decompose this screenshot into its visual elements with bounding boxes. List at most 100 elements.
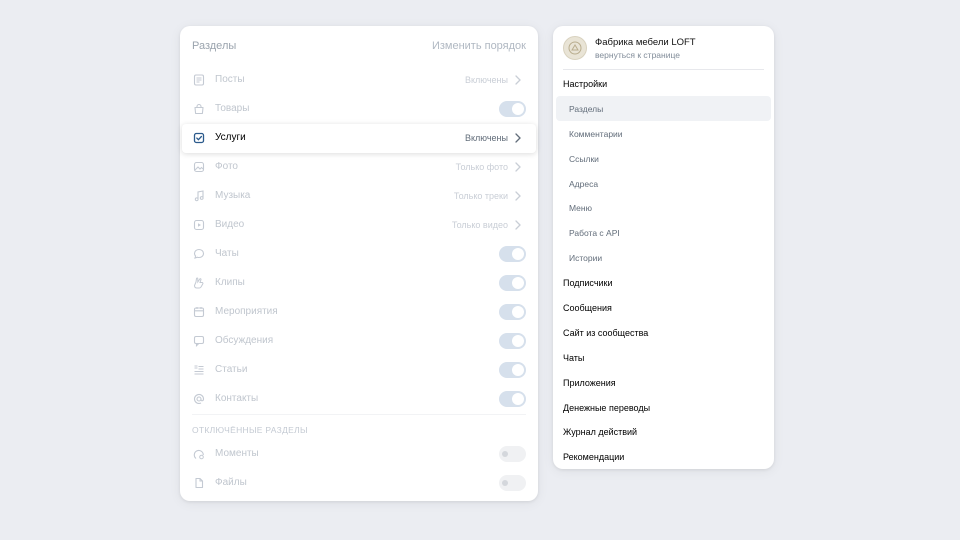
articles-icon (193, 364, 205, 376)
menu-item-label: Ссылки (569, 153, 599, 164)
section-label: Моменты (215, 448, 259, 459)
menu-item-2[interactable]: Разделы (556, 95, 771, 121)
menu-item-15[interactable]: Журнал действий (553, 419, 774, 444)
chevron-right-icon (514, 219, 522, 231)
section-label: Обсуждения (215, 335, 274, 346)
community-header: Фабрика мебели LOFT вернуться к странице (553, 26, 774, 69)
menu-item-11[interactable]: Сайт из сообщества (553, 320, 774, 345)
menu-item-4[interactable]: Ссылки (553, 146, 774, 171)
sections-list: Посты Включены Товары Услуги Включены Фото Тол… (180, 66, 538, 414)
sections-panel: Разделы Изменить порядок Посты Включены То… (180, 26, 538, 501)
menu-item-label: Подписчики (563, 278, 613, 289)
menu-item-7[interactable]: Работа с API (553, 220, 774, 245)
community-name: Фабрика мебели LOFT (595, 37, 696, 48)
moments-icon (193, 448, 205, 460)
section-label: Чаты (215, 248, 239, 259)
section-label: Статьи (215, 364, 248, 375)
section-toggle[interactable] (499, 475, 526, 491)
music-icon (193, 190, 205, 202)
menu-item-16[interactable]: Рекомендации (553, 444, 774, 469)
section-row-music[interactable]: Музыка Только треки (180, 182, 538, 211)
section-toggle[interactable] (499, 362, 526, 378)
section-toggle[interactable] (499, 101, 526, 117)
menu-item-1[interactable]: Настройки (553, 71, 774, 96)
section-row-files[interactable]: Файлы (180, 469, 538, 498)
menu-item-label: Чаты (563, 352, 585, 363)
posts-icon (193, 74, 205, 86)
section-row-contacts[interactable]: Контакты (180, 385, 538, 414)
section-row-discussions[interactable]: Обсуждения (180, 327, 538, 356)
divider (563, 69, 764, 70)
section-label: Музыка (215, 190, 251, 201)
menu-item-label: Истории (569, 253, 603, 264)
menu-item-5[interactable]: Адреса (553, 171, 774, 196)
toggle-knob (512, 393, 524, 405)
disabled-sections-list: Моменты Файлы (180, 440, 538, 498)
section-row-services[interactable]: Услуги Включены (182, 124, 536, 153)
section-toggle[interactable] (499, 391, 526, 407)
menu-item-8[interactable]: Истории (553, 245, 774, 270)
logo-icon (568, 41, 582, 55)
menu-item-label: Приложения (563, 377, 616, 388)
section-status: Только видео (451, 220, 508, 230)
section-label: Контакты (215, 393, 259, 404)
section-toggle[interactable] (499, 304, 526, 320)
section-label: Фото (215, 161, 238, 172)
section-row-moments[interactable]: Моменты (180, 440, 538, 469)
menu-item-14[interactable]: Денежные переводы (553, 395, 774, 420)
section-row-chat[interactable]: Чаты (180, 240, 538, 269)
section-row-photo[interactable]: Фото Только фото (180, 153, 538, 182)
section-toggle[interactable] (499, 246, 526, 262)
sections-header: Разделы Изменить порядок (180, 26, 538, 66)
menu-item-label: Меню (569, 203, 592, 214)
menu-item-label: Журнал действий (563, 427, 638, 438)
menu-item-label: Адреса (569, 178, 599, 189)
menu-item-label: Работа с API (569, 228, 620, 239)
chevron-right-icon (514, 190, 522, 202)
section-label: Услуги (215, 132, 246, 143)
contacts-icon (193, 393, 205, 405)
menu-item-3[interactable]: Комментарии (553, 121, 774, 146)
back-to-page-link[interactable]: вернуться к странице (595, 50, 680, 60)
section-row-events[interactable]: Мероприятия (180, 298, 538, 327)
section-row-video[interactable]: Видео Только видео (180, 211, 538, 240)
divider (192, 414, 526, 415)
toggle-knob (512, 103, 524, 115)
section-status: Включены (465, 133, 508, 143)
disabled-sections-title: ОТКЛЮЧЁННЫЕ РАЗДЕЛЫ (192, 425, 308, 435)
chat-icon (193, 248, 205, 260)
menu-item-12[interactable]: Чаты (553, 345, 774, 370)
section-toggle[interactable] (499, 446, 526, 462)
menu-item-label: Рекомендации (563, 452, 625, 463)
community-avatar[interactable] (563, 36, 587, 60)
chevron-right-icon (514, 74, 522, 86)
menu-item-13[interactable]: Приложения (553, 370, 774, 395)
section-row-clips[interactable]: Клипы (180, 269, 538, 298)
toggle-knob (512, 335, 524, 347)
section-toggle[interactable] (499, 333, 526, 349)
toggle-knob (512, 248, 524, 260)
settings-menu: Настройки Разделы Комментарии Ссылки Адреса М… (553, 71, 774, 469)
events-icon (193, 306, 205, 318)
menu-item-10[interactable]: Сообщения (553, 295, 774, 320)
section-toggle[interactable] (499, 275, 526, 291)
toggle-knob (502, 480, 508, 486)
menu-item-9[interactable]: Подписчики (553, 270, 774, 295)
section-label: Мероприятия (215, 306, 278, 317)
toggle-knob (512, 277, 524, 289)
menu-item-label: Сайт из сообщества (563, 327, 649, 338)
section-label: Товары (215, 103, 250, 114)
section-row-goods[interactable]: Товары (180, 95, 538, 124)
chevron-right-icon (514, 132, 522, 144)
video-icon (193, 219, 205, 231)
menu-item-label: Настройки (563, 79, 608, 89)
sections-title: Разделы (192, 40, 237, 52)
section-row-posts[interactable]: Посты Включены (180, 66, 538, 95)
files-icon (193, 477, 205, 489)
section-status: Только треки (453, 191, 508, 201)
reorder-link[interactable]: Изменить порядок (432, 40, 526, 52)
menu-item-6[interactable]: Меню (553, 195, 774, 220)
section-row-articles[interactable]: Статьи (180, 356, 538, 385)
toggle-knob (512, 364, 524, 376)
menu-item-label: Комментарии (569, 128, 623, 139)
